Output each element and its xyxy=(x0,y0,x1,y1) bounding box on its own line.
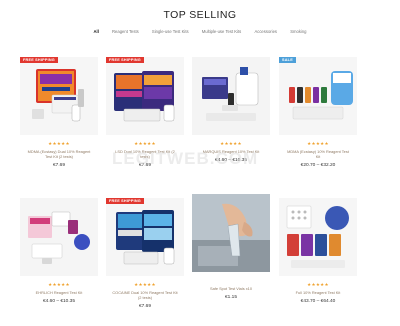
filter-multiple-use-test-kits[interactable]: Multiple-use Test Kits xyxy=(202,29,242,34)
product-card[interactable]: FREE SHIPPING ★★★★★ COCAINE Dual 10% Rea… xyxy=(106,198,184,309)
product-card[interactable]: FREE SHIPPING ★★★★★ LSD Dual 10% Reagent… xyxy=(106,57,184,168)
product-price: €20.70 – €32.20 xyxy=(300,163,336,168)
product-name[interactable]: COCAINE Dual 10% Reagent Test Kit (2 tes… xyxy=(106,290,184,300)
free-shipping-badge: FREE SHIPPING xyxy=(106,198,144,204)
rating-stars: ★★★★★ xyxy=(307,282,329,287)
product-image[interactable]: SALE xyxy=(279,57,357,135)
filter-reagent-tests[interactable]: Reagent Tests xyxy=(112,29,139,34)
filter-all[interactable]: All xyxy=(94,29,99,34)
rating-stars: ★★★★★ xyxy=(220,141,242,146)
product-card[interactable]: Safe Spot Test Vials x10 €1.15 xyxy=(192,194,270,300)
rating-stars xyxy=(192,278,270,284)
product-price: €7.69 xyxy=(138,304,151,309)
product-name[interactable]: MDMA (Ecstasy) 10% Reagent Test Kit xyxy=(279,149,357,159)
rating-stars: ★★★★★ xyxy=(48,282,70,287)
product-price: €4.60 – €10.35 xyxy=(42,299,75,304)
rating-stars: ★★★★★ xyxy=(48,141,70,146)
product-image[interactable] xyxy=(192,194,270,272)
product-price: €1.15 xyxy=(224,295,237,300)
product-image[interactable]: FREE SHIPPING xyxy=(106,198,184,276)
product-name[interactable]: EHRLICH Reagent Test Kit xyxy=(20,290,98,295)
filter-accessories[interactable]: Accessories xyxy=(254,29,277,34)
product-name[interactable]: LSD Dual 10% Reagent Test Kit (2 tests) xyxy=(106,149,184,159)
product-name[interactable]: MDMA (Ecstasy) Dual 10% Reagent Test Kit… xyxy=(20,149,98,159)
product-card[interactable]: SALE ★★★★★ MDMA (Ecstasy) 10% Reagent Te… xyxy=(279,57,357,168)
product-price: €43.70 – €64.40 xyxy=(300,299,336,304)
product-image[interactable] xyxy=(192,57,270,135)
rating-stars: ★★★★★ xyxy=(307,141,329,146)
product-card[interactable]: ★★★★★ Full 10% Reagent Test Kit €43.70 –… xyxy=(279,198,357,304)
page-title: TOP SELLING xyxy=(163,9,237,21)
free-shipping-badge: FREE SHIPPING xyxy=(20,57,58,63)
filter-single-use-test-kits[interactable]: Single-use Test Kits xyxy=(152,29,189,34)
product-price: €7.69 xyxy=(138,163,151,168)
product-price: €4.60 – €10.35 xyxy=(214,158,247,163)
product-image[interactable] xyxy=(279,198,357,276)
product-card[interactable]: FREE SHIPPING ★★★★★ MDMA (Ecstasy) Dual … xyxy=(20,57,98,168)
rating-stars: ★★★★★ xyxy=(134,141,156,146)
product-price: €7.69 xyxy=(52,163,65,168)
free-shipping-badge: FREE SHIPPING xyxy=(106,57,144,63)
filter-smoking[interactable]: Smoking xyxy=(290,29,306,34)
product-name[interactable]: MARQUIS Reagent 10% Test Kit xyxy=(192,149,270,154)
product-card[interactable]: ★★★★★ EHRLICH Reagent Test Kit €4.60 – €… xyxy=(20,198,98,304)
sale-badge: SALE xyxy=(279,57,296,63)
product-image[interactable]: FREE SHIPPING xyxy=(106,57,184,135)
product-name[interactable]: Full 10% Reagent Test Kit xyxy=(279,290,357,295)
product-image[interactable]: FREE SHIPPING xyxy=(20,57,98,135)
product-card[interactable]: ★★★★★ MARQUIS Reagent 10% Test Kit €4.60… xyxy=(192,57,270,163)
category-filter-bar: All Reagent Tests Single-use Test Kits M… xyxy=(0,29,400,34)
product-image[interactable] xyxy=(20,198,98,276)
product-name[interactable]: Safe Spot Test Vials x10 xyxy=(192,286,270,291)
rating-stars: ★★★★★ xyxy=(134,282,156,287)
